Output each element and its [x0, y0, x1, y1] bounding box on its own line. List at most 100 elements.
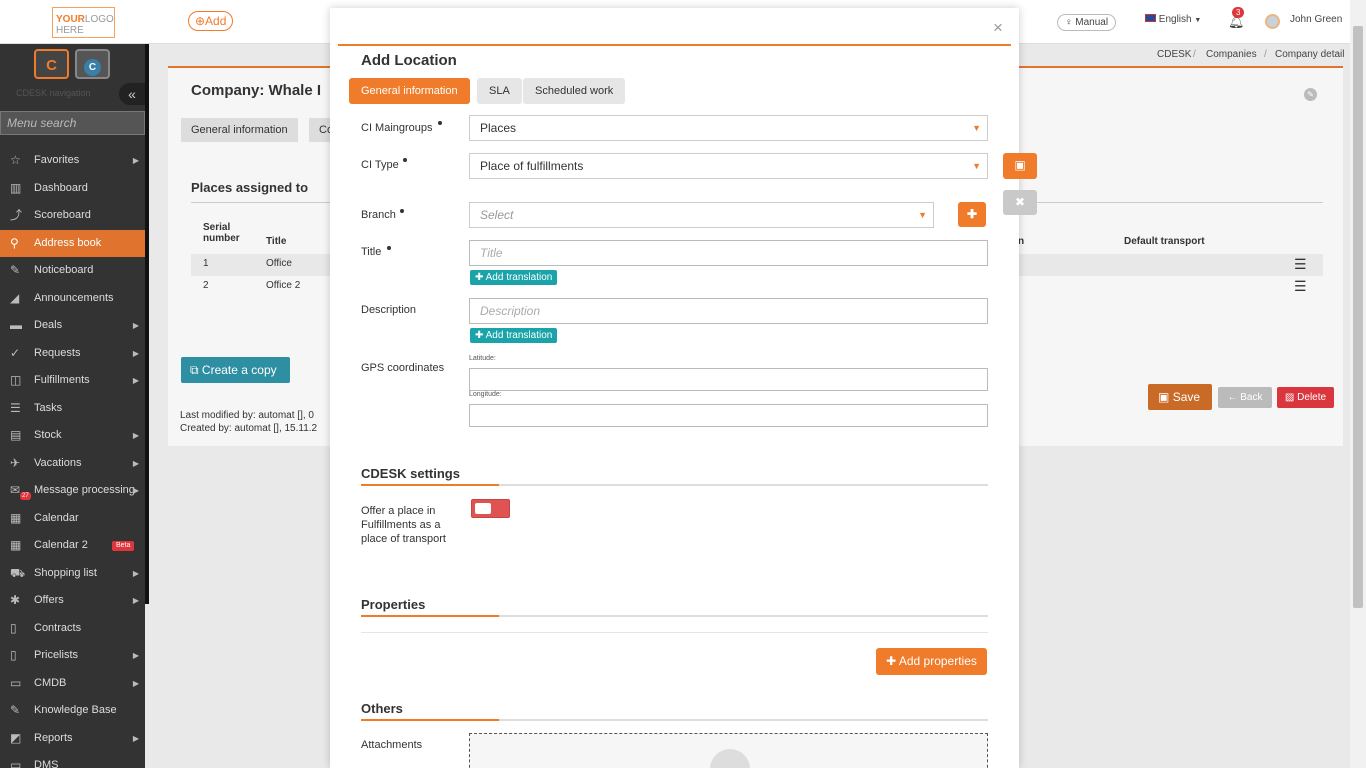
sidebar-item-announcements[interactable]: ◢ Announcements	[0, 285, 145, 312]
sidebar-item-tasks[interactable]: ☰ Tasks	[0, 395, 145, 422]
chevron-right-icon: ▶	[132, 156, 139, 165]
sidebar-item-calendar-2[interactable]: ▦ Calendar 2 Beta	[0, 532, 145, 559]
sidebar-item-reports[interactable]: ◩ Reports ▶	[0, 725, 145, 752]
sidebar-item-icon: ▯	[10, 620, 17, 635]
row-menu-icon[interactable]: ☰	[1294, 278, 1307, 295]
ci-maingroups-label: CI Maingroups	[361, 122, 433, 134]
sidebar-item-label: Calendar 2	[34, 539, 88, 551]
create-copy-button[interactable]: ⧉ Create a copy	[181, 357, 290, 383]
breadcrumb-companies[interactable]: Companies	[1206, 49, 1257, 60]
close-icon[interactable]: ×	[993, 18, 1003, 38]
tab-contacts[interactable]: Co	[309, 118, 333, 142]
sidebar-item-calendar[interactable]: ▦ Calendar	[0, 505, 145, 532]
description-label: Description	[361, 304, 417, 316]
sidebar-item-icon: ✎	[10, 703, 21, 717]
breadcrumb-cdesk[interactable]: CDESK	[1157, 49, 1191, 60]
sidebar-item-label: Noticeboard	[34, 264, 94, 276]
sidebar-item-offers[interactable]: ✱ Offers ▶	[0, 587, 145, 614]
add-branch-button[interactable]: ✚	[958, 202, 986, 227]
description-input[interactable]: Description	[469, 298, 988, 324]
others-heading: Others	[361, 701, 403, 716]
sidebar-item-shopping-list[interactable]: ⛟ Shopping list ▶	[0, 560, 145, 587]
title-label: Title	[361, 246, 382, 258]
secondary-app-icon[interactable]: C	[75, 49, 110, 79]
chevron-right-icon: ▶	[132, 596, 139, 605]
sidebar-item-dashboard[interactable]: ▥ Dashboard	[0, 175, 145, 202]
branch-select[interactable]: Select ▼	[469, 202, 934, 228]
tab-scheduled-work[interactable]: Scheduled work	[523, 78, 626, 104]
cancel-ci-type-button[interactable]: ✖	[1003, 190, 1037, 215]
properties-heading: Properties	[361, 597, 426, 612]
chevron-right-icon: ▶	[132, 733, 139, 743]
save-ci-type-button[interactable]: ▣	[1003, 153, 1037, 179]
cdesk-app-icon[interactable]: C	[34, 49, 69, 79]
sidebar-item-icon: ▦	[10, 510, 22, 525]
attachments-dropzone[interactable]	[469, 733, 988, 768]
sidebar-item-requests[interactable]: ✓ Requests ▶	[0, 340, 145, 367]
sidebar-item-knowledge-base[interactable]: ✎ Knowledge Base	[0, 697, 145, 724]
sidebar-item-address-book[interactable]: ⚲ Address book	[0, 229, 145, 257]
page-scrollbar[interactable]	[1350, 0, 1366, 768]
collapse-sidebar-icon[interactable]: «	[119, 83, 145, 105]
tab-general-information[interactable]: General information	[181, 118, 298, 142]
sidebar-item-dms[interactable]: ▭ DMS	[0, 752, 145, 768]
sidebar-item-noticeboard[interactable]: ✎ Noticeboard	[0, 257, 145, 284]
user-avatar[interactable]	[1265, 14, 1280, 29]
sidebar-item-pricelists[interactable]: ▯ Pricelists ▶	[0, 642, 145, 669]
modal-title: Add Location	[361, 52, 457, 69]
menu-search-input[interactable]: Menu search	[0, 111, 145, 135]
sidebar-item-label: Reports	[34, 731, 73, 744]
sidebar-item-icon: ⤴	[10, 208, 23, 222]
cdesk-settings-heading: CDESK settings	[361, 466, 460, 481]
sidebar-item-fulfillments[interactable]: ◫ Fulfillments ▶	[0, 367, 145, 394]
sidebar-item-icon: ☰	[10, 400, 21, 415]
add-translation-button[interactable]: ✚ Add translation	[470, 270, 558, 285]
sidebar-item-label: Fulfillments	[34, 374, 90, 386]
edit-icon[interactable]: ✎	[1304, 88, 1317, 101]
add-translation-button[interactable]: ✚ Add translation	[470, 328, 558, 343]
sidebar-item-vacations[interactable]: ✈ Vacations ▶	[0, 450, 145, 477]
chevron-right-icon: ▶	[132, 486, 139, 495]
sidebar-item-label: Dashboard	[34, 181, 88, 194]
ci-maingroups-select[interactable]: Places ▼	[469, 115, 988, 141]
chevron-down-icon: ▼	[972, 123, 981, 133]
sidebar-item-label: Message processing	[34, 484, 135, 496]
gps-coordinates-label: GPS coordinates	[361, 362, 445, 374]
sidebar-item-icon: ✎	[10, 263, 21, 277]
sidebar-caption: CDESK navigation	[16, 88, 91, 98]
plus-icon: ✚	[886, 654, 897, 668]
chevron-down-icon: ▼	[972, 161, 981, 171]
add-button[interactable]: ⊕Add	[188, 11, 234, 31]
manual-button[interactable]: ♀ Manual	[1057, 14, 1117, 31]
offer-place-toggle[interactable]	[471, 499, 510, 518]
sidebar-item-favorites[interactable]: ☆ Favorites ▶	[0, 147, 145, 174]
chevron-right-icon: ▶	[132, 376, 139, 385]
sidebar-item-icon: ▭	[10, 675, 22, 690]
sidebar-item-scoreboard[interactable]: ⤴ Scoreboard	[0, 202, 145, 229]
add-properties-button[interactable]: ✚ Add properties	[876, 648, 987, 675]
tab-general-information[interactable]: General information	[349, 78, 470, 104]
sidebar-scrollbar[interactable]	[145, 44, 149, 604]
ci-type-select[interactable]: Place of fulfillments ▼	[469, 153, 988, 179]
delete-button[interactable]: ▨ Delete	[1277, 387, 1334, 408]
user-name[interactable]: John Green	[1290, 14, 1342, 25]
floppy-icon: ▣	[1158, 390, 1170, 404]
sidebar-item-contracts[interactable]: ▯ Contracts	[0, 615, 145, 642]
last-modified-text: Last modified by: automat [], 0	[180, 410, 314, 421]
language-select[interactable]: English ▼	[1145, 14, 1201, 25]
row-menu-icon[interactable]: ☰	[1294, 256, 1307, 273]
sidebar-item-cmdb[interactable]: ▭ CMDB ▶	[0, 670, 145, 697]
sidebar-item-label: CMDB	[34, 676, 67, 689]
latitude-input[interactable]	[469, 368, 988, 391]
sidebar-item-stock[interactable]: ▤ Stock ▶	[0, 422, 145, 449]
tab-sla[interactable]: SLA	[477, 78, 522, 104]
back-button[interactable]: ← Back	[1218, 387, 1272, 408]
chevron-right-icon: ▶	[132, 568, 139, 578]
sidebar-item-message-processing[interactable]: ✉ Message processing 27 ▶	[0, 477, 145, 504]
copy-icon: ⧉	[190, 363, 199, 377]
attachments-label: Attachments	[361, 739, 423, 751]
save-button[interactable]: ▣ Save	[1148, 384, 1212, 410]
longitude-input[interactable]	[469, 404, 988, 427]
sidebar-item-deals[interactable]: ▬ Deals ▶	[0, 312, 145, 339]
title-input[interactable]: Title	[469, 240, 988, 266]
